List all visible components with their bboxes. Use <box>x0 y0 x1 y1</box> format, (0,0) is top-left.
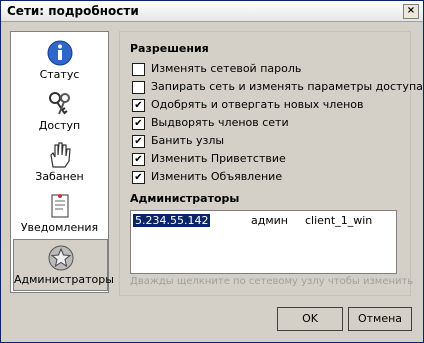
list-item[interactable]: 5.234.55.142 админ client_1_win <box>133 214 393 228</box>
checkbox[interactable]: ✔ <box>132 171 145 184</box>
sidebar-nav: Статус Доступ Забанен Уведомления Админи… <box>10 31 114 293</box>
checkbox[interactable]: ✔ <box>132 99 145 112</box>
admins-list[interactable]: 5.234.55.142 админ client_1_win <box>130 210 397 274</box>
admin-settings-panel: Разрешения Изменять сетевой пароль Запир… <box>119 31 423 296</box>
checkbox[interactable]: ✔ <box>132 117 145 130</box>
keys-icon <box>48 92 70 115</box>
hand-icon <box>49 142 71 168</box>
sidebar-item-access[interactable]: Доступ <box>13 86 106 136</box>
sidebar-item-status[interactable]: Статус <box>13 35 106 85</box>
checkbox-label: Запирать сеть и изменять параметры досту… <box>151 80 423 93</box>
checkbox-label: Изменить Приветствие <box>151 152 286 165</box>
sidebar-item-label: Статус <box>39 68 80 81</box>
checkbox[interactable]: ✔ <box>132 135 145 148</box>
sidebar-item-label: Доступ <box>38 119 81 132</box>
ok-button[interactable]: OK <box>277 307 343 331</box>
checkbox[interactable] <box>132 81 145 94</box>
admin-ip: 5.234.55.142 <box>133 214 211 227</box>
sidebar-item-label: Забанен <box>35 170 84 183</box>
admins-title: Администраторы <box>130 192 240 205</box>
admin-star-icon <box>48 245 73 271</box>
checkbox-label: Банить узлы <box>151 134 225 147</box>
sidebar-item-banned[interactable]: Забанен <box>13 137 106 187</box>
cancel-button[interactable]: Отмена <box>348 307 412 331</box>
network-details-window: Сети: подробности × Статус Доступ Забане… <box>0 0 424 343</box>
sidebar-item-admins[interactable]: Администраторы <box>13 239 114 291</box>
window-title: Сети: подробности <box>7 4 139 18</box>
permissions-title: Разрешения <box>130 42 209 55</box>
checkbox-label: Изменять сетевой пароль <box>151 62 302 75</box>
notice-icon <box>51 194 68 218</box>
checkbox-label: Изменить Объявление <box>151 170 283 183</box>
admin-client: client_1_win <box>305 214 373 227</box>
checkbox[interactable] <box>132 63 145 76</box>
checkbox-label: Одобрять и отвергать новых членов <box>151 98 364 111</box>
sidebar-item-label: Уведомления <box>20 221 99 234</box>
admin-role: админ <box>251 214 288 227</box>
title-bar[interactable]: Сети: подробности × <box>1 1 423 22</box>
info-icon <box>47 40 72 66</box>
close-button[interactable]: × <box>403 4 419 19</box>
checkbox[interactable]: ✔ <box>132 153 145 166</box>
checkbox-label: Выдворять членов сети <box>151 116 289 129</box>
admins-hint: Дважды щелкните по сетевому узлу чтобы и… <box>130 276 414 287</box>
sidebar-item-label: Администраторы <box>14 273 114 286</box>
sidebar-item-notices[interactable]: Уведомления <box>13 188 106 238</box>
